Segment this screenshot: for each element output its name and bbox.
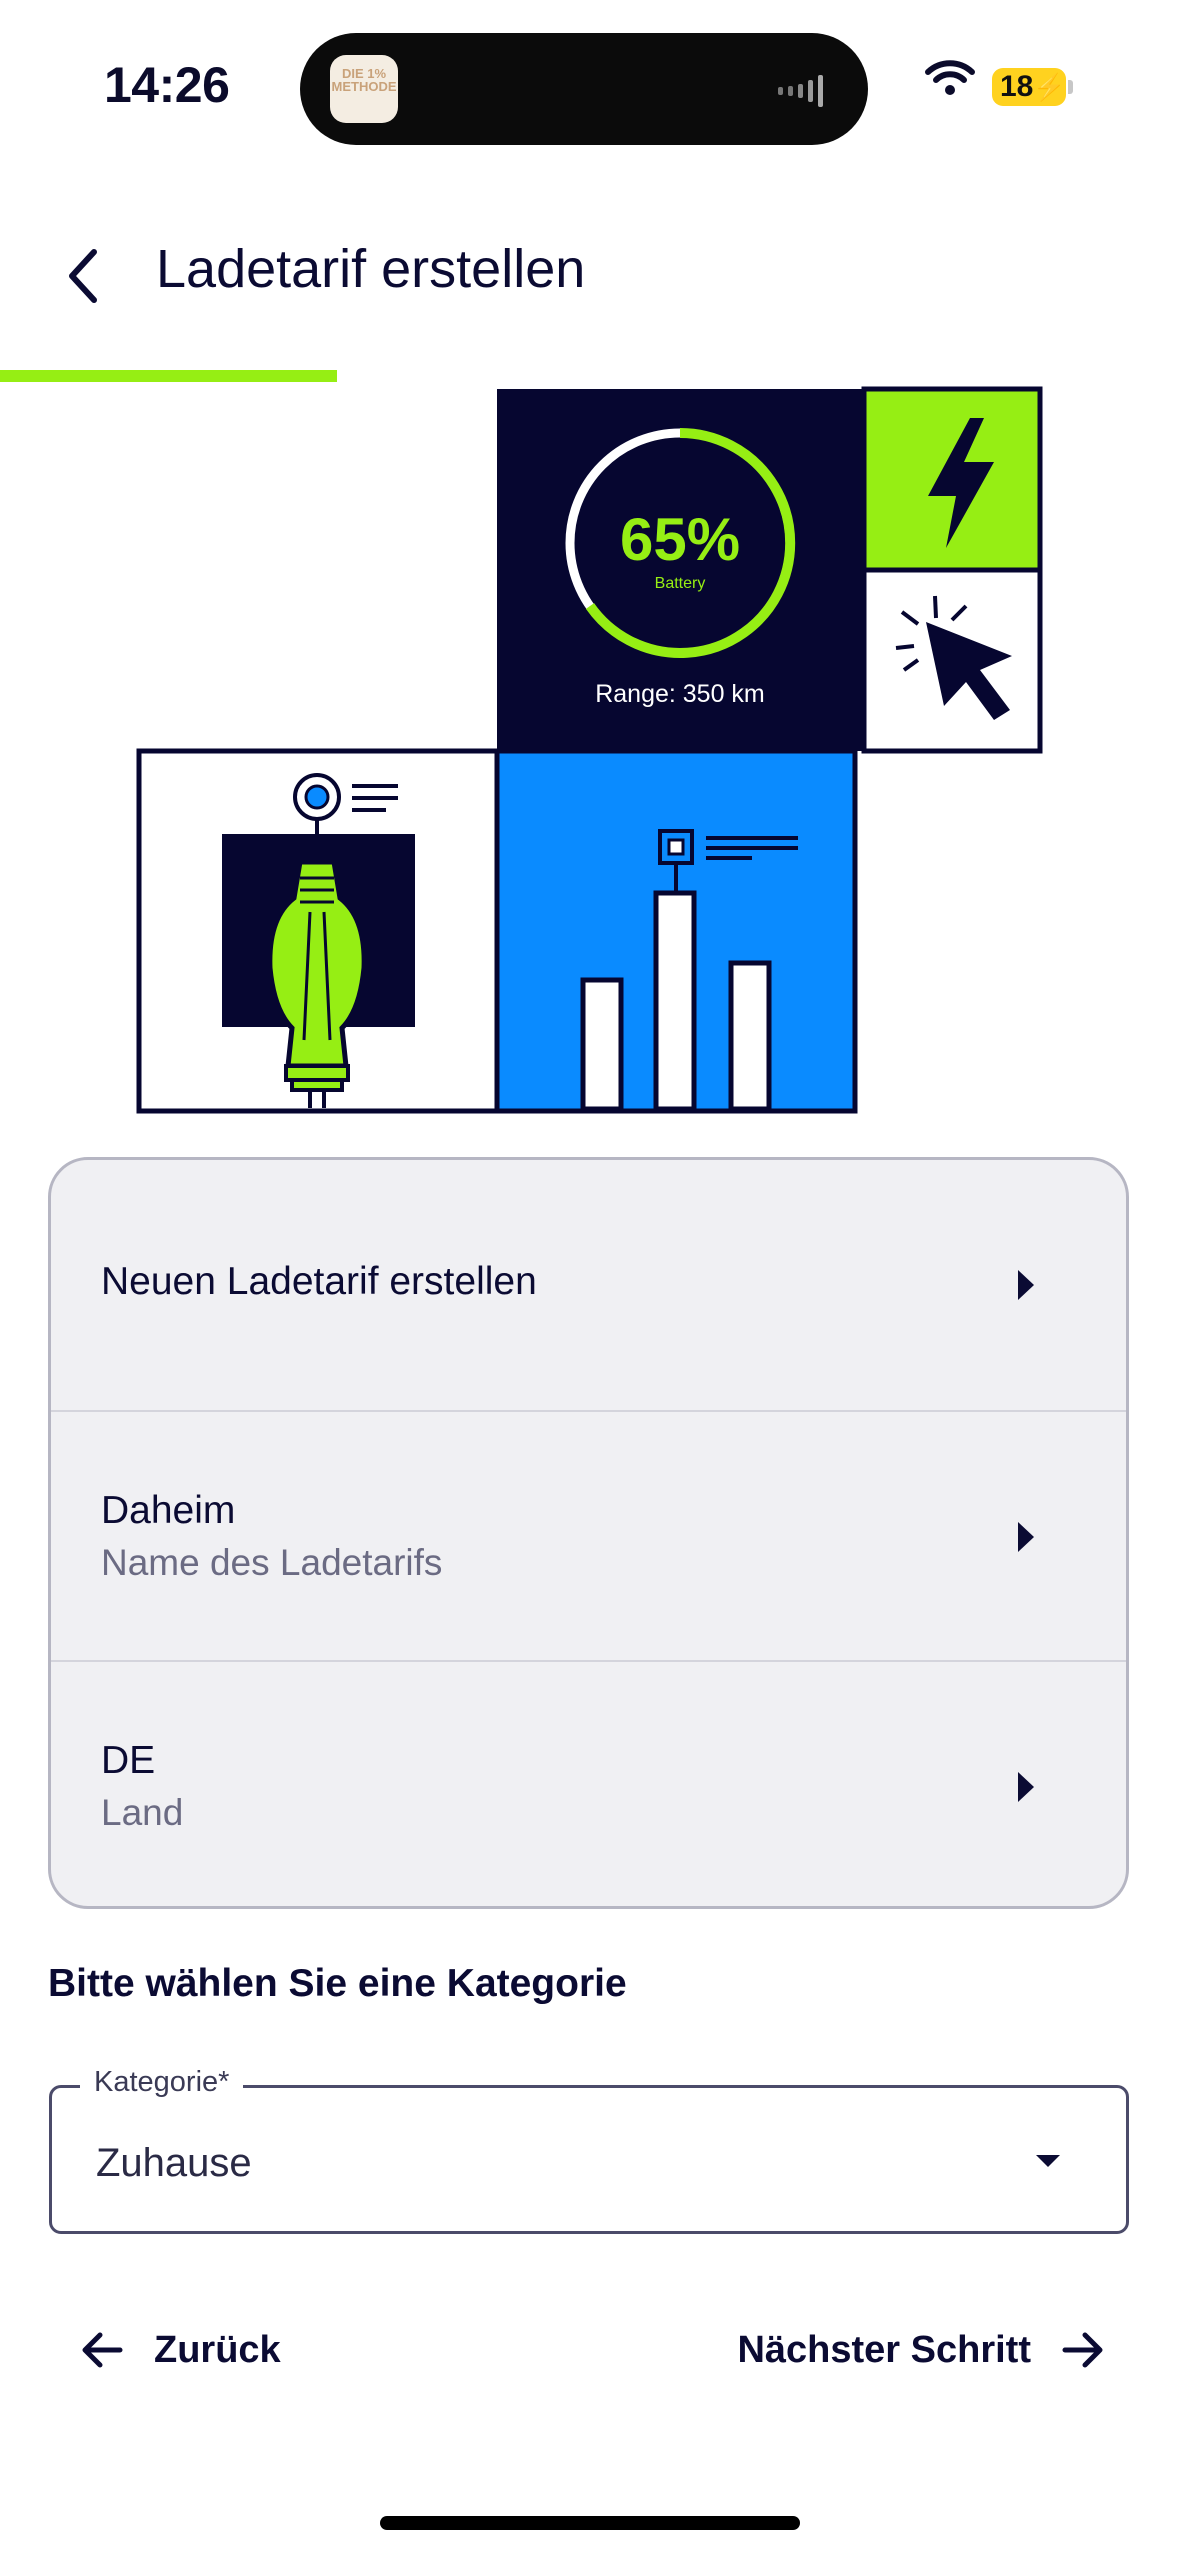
onboarding-illustration: 65% Battery Range: 350 km [136, 386, 1043, 1114]
list-item-create-tariff[interactable]: Neuen Ladetarif erstellen [51, 1160, 1126, 1410]
charging-bolt-icon: ⚡ [1033, 72, 1066, 102]
battery-label: Battery [655, 575, 706, 592]
list-item-title: Daheim [101, 1489, 236, 1532]
dropdown-caret-icon[interactable] [1036, 2155, 1060, 2167]
app-icon: DIE 1% METHODE [330, 55, 398, 123]
category-prompt: Bitte wählen Sie eine Kategorie [48, 1962, 627, 2005]
tariff-settings-card: Neuen Ladetarif erstellen Daheim Name de… [48, 1157, 1129, 1909]
home-indicator[interactable] [380, 2516, 800, 2530]
battery-tail [1068, 80, 1073, 94]
status-time: 14:26 [104, 57, 230, 113]
next-step-button[interactable]: Nächster Schritt [737, 2315, 1105, 2385]
list-item-title: Neuen Ladetarif erstellen [101, 1260, 537, 1303]
list-item-title: DE [101, 1739, 156, 1782]
lightning-panel [861, 386, 1043, 573]
caret-right-icon [1018, 1522, 1034, 1552]
back-chevron-icon[interactable] [64, 246, 104, 306]
wifi-icon [925, 60, 975, 95]
app-icon-text: DIE 1% METHODE [331, 66, 397, 94]
list-item-subtitle: Name des Ladetarifs [101, 1542, 443, 1583]
audio-wave-icon [778, 75, 823, 107]
page-title: Ladetarif erstellen [156, 239, 586, 299]
range-text: Range: 350 km [595, 680, 765, 708]
category-select-label: Kategorie* [80, 2066, 244, 2099]
progress-fill [0, 370, 337, 382]
caret-right-icon [1018, 1772, 1034, 1802]
list-item-country[interactable]: DE Land [51, 1660, 1126, 1906]
caret-right-icon [1018, 1270, 1034, 1300]
arrow-right-icon [1062, 2332, 1103, 2368]
bar-chart-panel [494, 748, 858, 1114]
cursor-panel [861, 567, 1043, 754]
list-item-tariff-name[interactable]: Daheim Name des Ladetarifs [51, 1410, 1126, 1660]
back-button[interactable]: Zurück [80, 2315, 281, 2385]
battery-percent: 65% [620, 506, 740, 573]
battery-level: 18 [1000, 70, 1034, 103]
next-step-button-label: Nächster Schritt [737, 2328, 1031, 2371]
back-button-label: Zurück [154, 2328, 281, 2371]
dynamic-island: DIE 1% METHODE [300, 33, 868, 145]
arrow-left-icon [82, 2332, 123, 2368]
plug-panel [136, 748, 500, 1114]
list-item-subtitle: Land [101, 1792, 184, 1833]
battery-panel: 65% Battery Range: 350 km [497, 389, 864, 751]
category-select-value[interactable]: Zuhause [96, 2141, 252, 2186]
battery-indicator: 18⚡ [992, 68, 1066, 106]
